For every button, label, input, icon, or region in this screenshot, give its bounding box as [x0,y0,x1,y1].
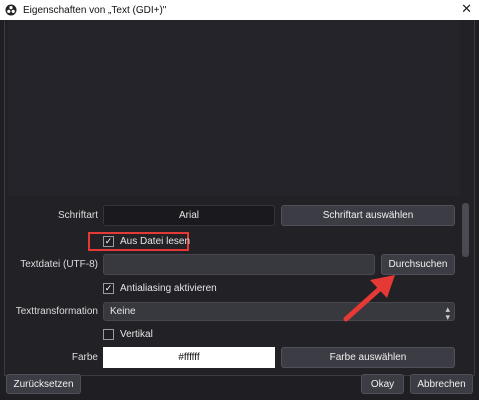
antialiasing-checkbox[interactable]: ✓ [103,283,114,294]
close-icon[interactable]: ✕ [461,1,472,17]
red-arrow-annotation [343,275,395,322]
read-from-file-checkbox-row[interactable]: ✓ Aus Datei lesen [103,236,190,247]
checkmark-icon: ✓ [104,283,113,293]
color-value: #ffffff [178,352,200,363]
font-display-field: Arial [103,205,275,226]
cancel-button[interactable]: Abbrechen [410,374,473,394]
read-from-file-label: Aus Datei lesen [120,236,191,247]
antialiasing-checkbox-row[interactable]: ✓ Antialiasing aktivieren [103,283,217,294]
antialiasing-label: Antialiasing aktivieren [120,283,217,294]
ok-button[interactable]: Okay [361,374,404,394]
color-label: Farbe [71,352,98,363]
text-transform-value: Keine [110,306,136,317]
select-color-button[interactable]: Farbe auswählen [281,347,455,368]
select-font-button[interactable]: Schriftart auswählen [281,205,455,226]
vertical-checkbox[interactable] [103,329,114,340]
checkmark-icon: ✓ [104,236,113,246]
obs-app-icon [5,4,17,16]
read-from-file-checkbox[interactable]: ✓ [103,236,114,247]
updown-chevron-icon: ▴ ▾ [445,304,450,322]
reset-button[interactable]: Zurücksetzen [6,374,81,394]
text-transform-label: Texttransformation [15,306,98,317]
vertical-label: Vertikal [120,329,153,340]
window-title: Eigenschaften von „Text (GDI+)" [23,4,167,16]
title-bar: Eigenschaften von „Text (GDI+)" ✕ [0,0,479,20]
text-file-label: Textdatei (UTF-8) [20,259,98,270]
font-value: Arial [178,210,199,221]
scrollbar-thumb[interactable] [462,203,469,257]
color-swatch: #ffffff [103,347,275,368]
text-transform-select[interactable]: Keine ▴ ▾ [103,302,455,322]
text-preview-area [8,20,460,196]
font-label: Schriftart [57,210,98,221]
vertical-checkbox-row[interactable]: Vertikal [103,329,153,340]
text-file-input[interactable] [103,254,375,275]
